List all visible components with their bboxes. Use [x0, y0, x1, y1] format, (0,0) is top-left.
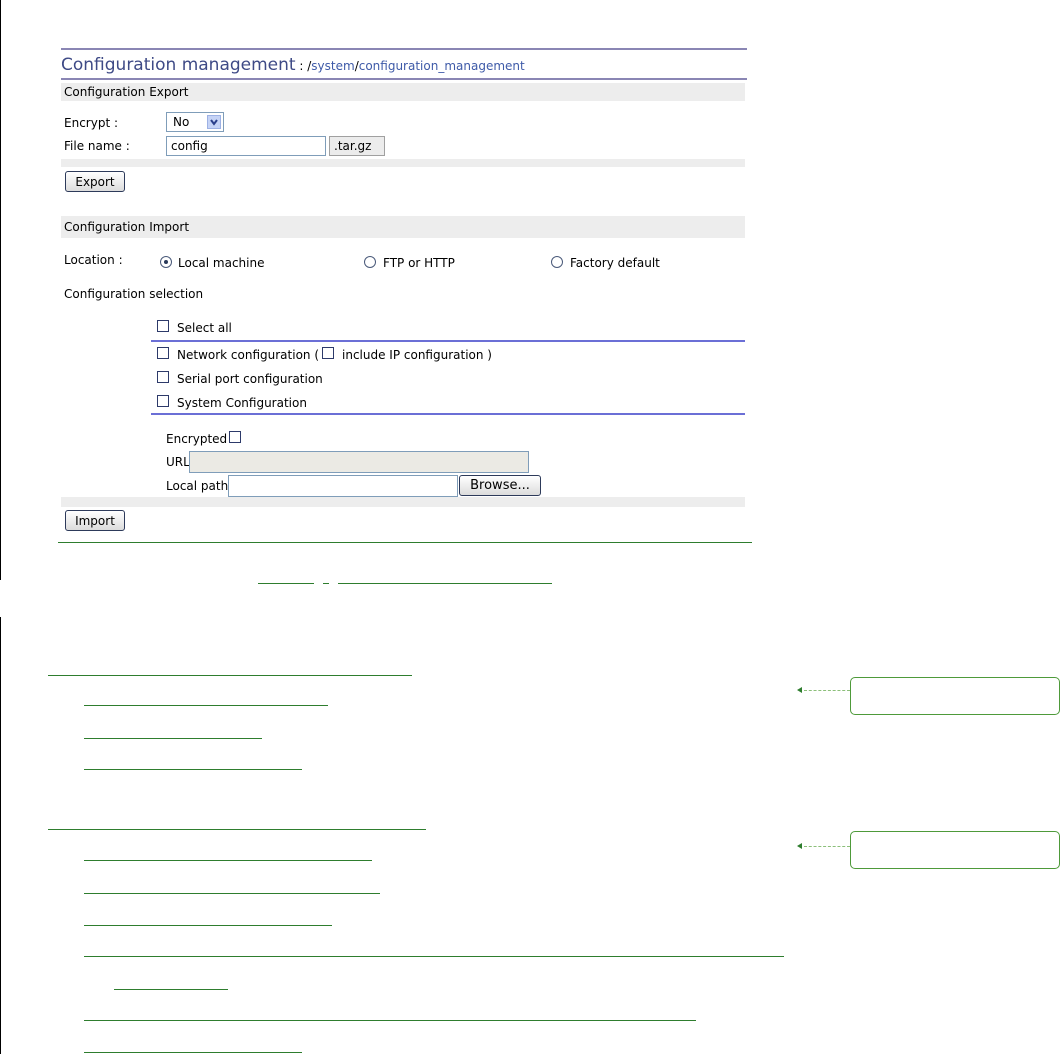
browse-button[interactable]: Browse... [459, 475, 541, 496]
serial-config-checkbox[interactable] [157, 371, 169, 383]
encrypt-label: Encrypt : [64, 116, 118, 130]
callout-arrow-icon-1 [797, 687, 802, 693]
callout-connector-2 [804, 846, 850, 847]
doc-line-2[interactable] [84, 705, 328, 706]
comment-callout-1 [850, 677, 1060, 715]
page-title-text: Configuration management [61, 55, 296, 75]
encrypted-label: Encrypted : [166, 432, 235, 446]
local-path-label: Local path : [166, 479, 237, 493]
title-top-rule [61, 48, 747, 50]
selection-divider-bottom [151, 413, 745, 415]
export-section-title: Configuration Export [64, 85, 189, 99]
caption-underline-1[interactable] [258, 583, 314, 584]
local-path-input[interactable] [228, 475, 458, 497]
caption-underline-3[interactable] [338, 583, 552, 584]
chevron-down-icon [207, 115, 221, 129]
location-radio-local[interactable] [160, 256, 172, 268]
location-ftp-label: FTP or HTTP [383, 256, 455, 270]
serial-config-label: Serial port configuration [177, 372, 323, 386]
include-ip-checkbox[interactable] [322, 347, 334, 359]
breadcrumb-prefix: : / [295, 59, 312, 73]
left-margin-line-top [0, 0, 1, 580]
doc-line-5[interactable] [48, 829, 426, 830]
network-config-checkbox[interactable] [157, 347, 169, 359]
doc-line-10[interactable] [114, 989, 228, 990]
doc-line-12[interactable] [84, 1052, 302, 1053]
export-footer-bar [61, 159, 745, 167]
comment-callout-2 [850, 831, 1060, 869]
network-config-label: Network configuration ( [177, 348, 320, 362]
location-radio-ftp[interactable] [364, 256, 376, 268]
location-factory-label: Factory default [570, 256, 660, 270]
encrypted-checkbox[interactable] [229, 431, 241, 443]
panel-bottom-rule [58, 542, 752, 543]
left-margin-line-bottom [0, 617, 1, 1054]
breadcrumb-configuration-management[interactable]: configuration_management [359, 59, 525, 73]
configuration-selection-label: Configuration selection [64, 287, 204, 301]
location-label: Location : [64, 253, 123, 267]
import-button[interactable]: Import [65, 510, 125, 531]
filename-input[interactable] [166, 136, 326, 156]
doc-line-4[interactable] [84, 769, 302, 770]
url-input[interactable] [189, 451, 529, 473]
page-title: Configuration management : /system/confi… [61, 55, 525, 75]
title-bottom-rule [61, 78, 747, 80]
doc-line-8[interactable] [84, 925, 332, 926]
breadcrumb: : /system/configuration_management [295, 59, 525, 73]
doc-line-11[interactable] [84, 1020, 696, 1021]
breadcrumb-system[interactable]: system [311, 59, 354, 73]
doc-line-1[interactable] [48, 675, 412, 676]
system-config-checkbox[interactable] [157, 395, 169, 407]
filename-label: File name : [64, 139, 130, 153]
encrypt-select[interactable]: No [166, 112, 224, 132]
callout-arrow-icon-2 [797, 843, 802, 849]
doc-line-6[interactable] [84, 860, 372, 861]
export-button[interactable]: Export [65, 171, 125, 192]
include-ip-label: include IP configuration ) [342, 348, 492, 362]
doc-line-3[interactable] [84, 738, 262, 739]
system-config-label: System Configuration [177, 396, 307, 410]
select-all-checkbox[interactable] [157, 320, 169, 332]
select-all-label: Select all [177, 321, 232, 335]
caption-underline-2[interactable] [323, 583, 329, 584]
doc-line-9[interactable] [84, 956, 784, 957]
import-footer-bar [61, 497, 745, 507]
callout-connector-1 [804, 690, 850, 691]
location-radio-factory[interactable] [551, 256, 563, 268]
selection-divider-top [151, 340, 745, 342]
filename-suffix: .tar.gz [329, 136, 385, 156]
import-section-title: Configuration Import [64, 220, 190, 234]
location-local-label: Local machine [178, 256, 265, 270]
doc-line-7[interactable] [84, 893, 380, 894]
encrypt-select-value: No [173, 115, 190, 129]
